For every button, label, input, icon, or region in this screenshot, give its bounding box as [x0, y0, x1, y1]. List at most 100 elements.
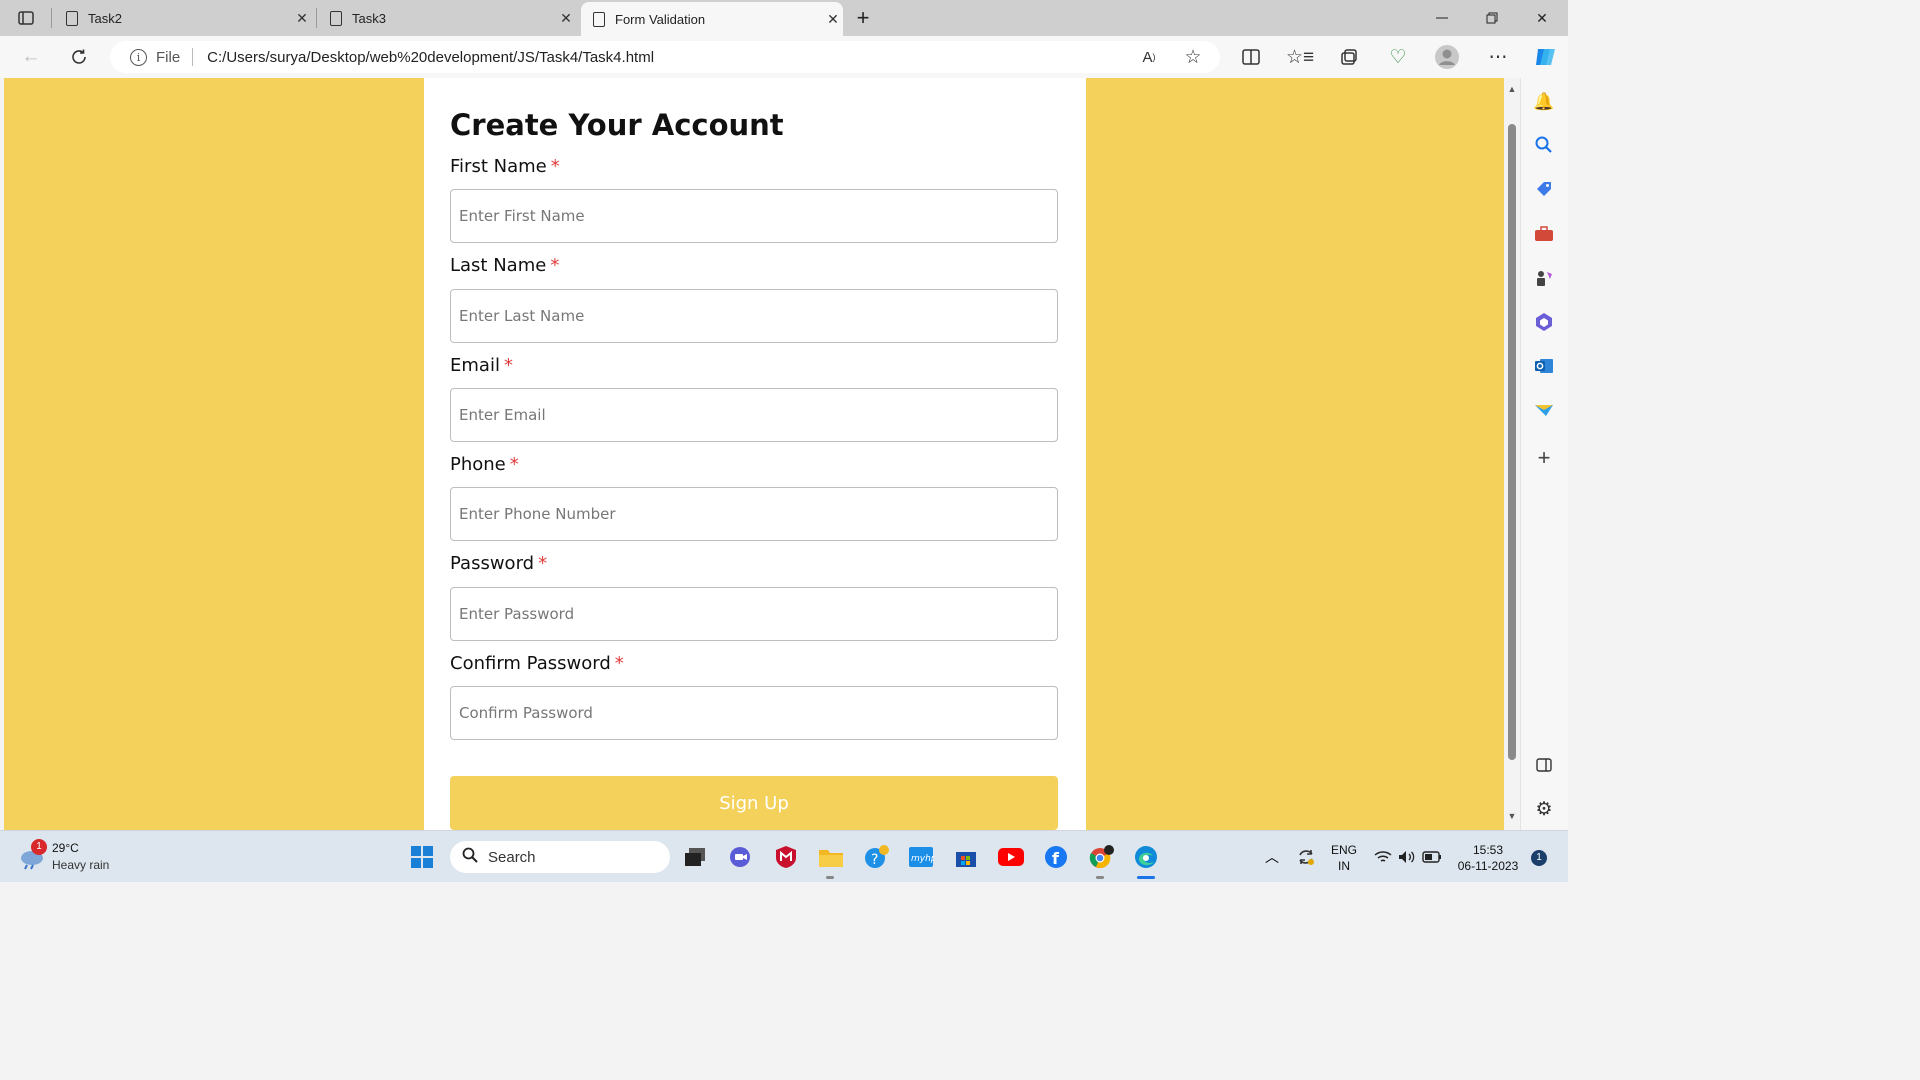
notification-count-badge[interactable]: 1: [1531, 850, 1547, 866]
tab-task3[interactable]: Task3 ✕: [318, 0, 576, 36]
required-asterisk: *: [550, 255, 560, 276]
battery-icon[interactable]: [1417, 841, 1447, 873]
microsoft-store-icon[interactable]: [951, 841, 981, 873]
show-hidden-icons-chevron[interactable]: ︿: [1257, 841, 1287, 873]
tab-separator: [316, 8, 317, 28]
required-asterisk: *: [550, 156, 560, 177]
back-icon[interactable]: ←: [14, 36, 48, 78]
read-aloud-icon[interactable]: A): [1132, 36, 1166, 78]
weather-alert-badge: 1: [31, 839, 47, 855]
site-info-icon[interactable]: i: [130, 48, 147, 66]
language-code: ENG: [1330, 843, 1357, 857]
required-asterisk: *: [509, 454, 519, 475]
region-code: IN: [1338, 859, 1350, 873]
refresh-icon[interactable]: [62, 36, 96, 78]
profile-avatar[interactable]: [1430, 36, 1464, 78]
svg-text:myhp: myhp: [911, 854, 934, 864]
first-name-input[interactable]: [450, 189, 1058, 243]
document-icon: [66, 10, 78, 26]
file-explorer-icon[interactable]: [816, 841, 846, 873]
phone-input[interactable]: [450, 487, 1058, 541]
scroll-up-icon[interactable]: ▲: [1507, 84, 1517, 94]
microsoft-365-icon[interactable]: [1530, 308, 1558, 336]
drop-send-icon[interactable]: [1530, 396, 1558, 424]
first-name-label: First Name *: [450, 156, 560, 177]
edge-icon[interactable]: [1131, 841, 1161, 873]
last-name-label: Last Name *: [450, 255, 559, 276]
clock-date: 06-11-2023: [1457, 859, 1519, 873]
collections-icon[interactable]: [1332, 36, 1366, 78]
svg-text:?: ?: [871, 852, 878, 868]
myhp-icon[interactable]: myhp: [906, 841, 936, 873]
copilot-icon[interactable]: [1528, 36, 1562, 78]
url-divider: [192, 48, 194, 66]
hide-sidebar-icon[interactable]: [1530, 751, 1558, 779]
sync-icon[interactable]: [1291, 841, 1321, 873]
signup-card: Create Your Account First Name* Last Nam…: [424, 78, 1086, 830]
url-scheme: File: [156, 48, 181, 66]
search-label: Search: [488, 848, 536, 866]
search-icon[interactable]: [1530, 131, 1558, 159]
sign-up-button[interactable]: Sign Up: [450, 776, 1058, 830]
password-input[interactable]: [450, 587, 1058, 641]
close-tab-icon[interactable]: ✕: [556, 10, 576, 27]
clock-time: 15:53: [1472, 843, 1504, 857]
chrome-icon[interactable]: [1086, 841, 1116, 873]
add-sidebar-app-icon[interactable]: +: [1530, 444, 1558, 472]
required-asterisk: *: [614, 653, 624, 674]
field-label-text: Confirm Password: [450, 653, 611, 674]
close-window-icon[interactable]: ✕: [1518, 0, 1566, 36]
favorites-icon[interactable]: ☆≡: [1283, 36, 1317, 78]
phone-label: Phone *: [450, 454, 519, 475]
teams-meet-icon[interactable]: [726, 841, 756, 873]
url-text[interactable]: C:/Users/surya/Desktop/web%20development…: [207, 49, 654, 66]
split-screen-icon[interactable]: [1234, 36, 1268, 78]
tab-actions-icon[interactable]: [4, 0, 48, 36]
more-options-icon[interactable]: ⋯: [1481, 36, 1515, 78]
notifications-bell-icon[interactable]: 🔔: [1530, 88, 1558, 116]
tab-task2[interactable]: Task2 ✕: [54, 0, 312, 36]
browser-essentials-icon[interactable]: ♡: [1381, 36, 1415, 78]
email-input[interactable]: [450, 388, 1058, 442]
clock[interactable]: 15:53 06-11-2023: [1452, 842, 1524, 874]
last-name-input[interactable]: [450, 289, 1058, 343]
youtube-icon[interactable]: [996, 841, 1026, 873]
running-app-indicator: [826, 876, 834, 879]
minimize-icon[interactable]: [1418, 0, 1466, 36]
get-help-icon[interactable]: ?: [861, 841, 891, 873]
shopping-tag-icon[interactable]: [1530, 175, 1558, 203]
new-tab-icon[interactable]: +: [846, 0, 880, 36]
scroll-down-icon[interactable]: ▼: [1507, 811, 1517, 821]
field-label-text: Password: [450, 553, 535, 574]
start-windows-icon[interactable]: [407, 841, 437, 873]
document-icon: [593, 11, 605, 27]
outlook-icon[interactable]: [1530, 352, 1558, 380]
close-tab-icon[interactable]: ✕: [823, 11, 843, 28]
confirm-password-input[interactable]: [450, 686, 1058, 740]
tab-title: Task2: [88, 10, 122, 26]
active-app-indicator: [1137, 876, 1155, 879]
task-view-icon[interactable]: [680, 841, 710, 873]
tab-title: Form Validation: [615, 11, 706, 27]
page-background: Create Your Account First Name* Last Nam…: [4, 78, 1504, 830]
form-title: Create Your Account: [450, 108, 784, 142]
mcafee-icon[interactable]: [771, 841, 801, 873]
tab-separator: [51, 8, 52, 28]
running-app-indicator: [1096, 876, 1104, 879]
tools-briefcase-icon[interactable]: [1530, 220, 1558, 248]
language-indicator[interactable]: ENG IN: [1328, 842, 1360, 874]
taskbar-search[interactable]: Search: [450, 841, 670, 873]
favorite-star-icon[interactable]: ☆: [1176, 36, 1210, 78]
restore-icon[interactable]: [1468, 0, 1516, 36]
close-tab-icon[interactable]: ✕: [292, 10, 312, 27]
field-label-text: First Name: [450, 156, 547, 177]
scrollbar-thumb[interactable]: [1508, 124, 1516, 760]
settings-gear-icon[interactable]: ⚙: [1530, 795, 1558, 823]
tab-form-validation[interactable]: Form Validation ✕: [581, 2, 843, 36]
facebook-icon[interactable]: f: [1041, 841, 1071, 873]
games-icon[interactable]: [1530, 264, 1558, 292]
tab-title: Task3: [352, 10, 386, 26]
url-field[interactable]: i File C:/Users/surya/Desktop/web%20deve…: [110, 41, 1220, 73]
required-asterisk: *: [538, 553, 548, 574]
field-label-text: Email: [450, 355, 500, 376]
